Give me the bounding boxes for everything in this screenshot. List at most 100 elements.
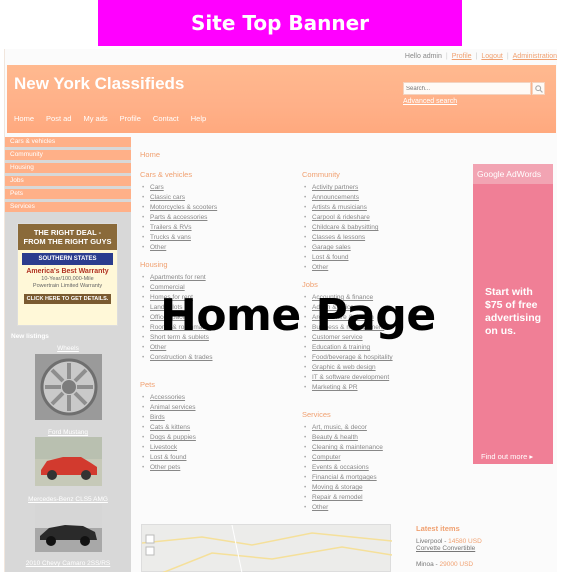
site-title[interactable]: New York Classifieds bbox=[14, 74, 184, 94]
category-link-label: Livestock bbox=[150, 444, 178, 451]
category-link[interactable]: Livestock bbox=[140, 443, 196, 453]
category-link-label: Dogs & puppies bbox=[150, 434, 196, 441]
category-link[interactable]: Cars bbox=[140, 183, 217, 193]
category-link-label: Cleaning & maintenance bbox=[312, 444, 383, 451]
category-link[interactable]: Lost & found bbox=[140, 453, 196, 463]
car-image bbox=[35, 504, 102, 546]
listing-caption-wheels[interactable]: Wheels bbox=[5, 345, 131, 352]
search-button[interactable] bbox=[532, 82, 545, 95]
latest-item[interactable]: Liverpool - 14580 USD Corvette Convertib… bbox=[416, 538, 482, 552]
category-link[interactable]: Activity partners bbox=[302, 183, 378, 193]
listing-caption-mercedes-cls[interactable]: Mercedes-Benz CLS5 AMG bbox=[5, 496, 131, 503]
category-link[interactable]: Apartments for rent bbox=[140, 273, 213, 283]
category-link[interactable]: Motorcycles & scooters bbox=[140, 203, 217, 213]
category-link[interactable]: Accessories bbox=[140, 393, 196, 403]
adwords-banner[interactable]: Google AdWords Start with $75 of free ad… bbox=[473, 164, 553, 464]
nav-contact[interactable]: Contact bbox=[153, 114, 179, 123]
category-link[interactable]: Cats & kittens bbox=[140, 423, 196, 433]
category-link-label: Classes & lessons bbox=[312, 234, 366, 241]
adwords-more-link[interactable]: Find out more ▸ bbox=[481, 452, 533, 461]
listing-caption-ford-mustang[interactable]: Ford Mustang bbox=[5, 429, 131, 436]
category-link[interactable]: Food/beverage & hospitality bbox=[302, 353, 393, 363]
category-link-label: Lost & found bbox=[150, 454, 187, 461]
category-link-label: Trucks & vans bbox=[150, 234, 191, 241]
main-nav: Home Post ad My ads Profile Contact Help bbox=[14, 114, 218, 123]
category-link[interactable]: Childcare & babysitting bbox=[302, 223, 378, 233]
category-link[interactable]: Events & occasions bbox=[302, 463, 383, 473]
category-link[interactable]: Classes & lessons bbox=[302, 233, 378, 243]
category-link-label: Garage sales bbox=[312, 244, 351, 251]
category-link[interactable]: Dogs & puppies bbox=[140, 433, 196, 443]
listing-image-wheels[interactable] bbox=[35, 354, 102, 420]
ad-warranty: America's Best Warranty bbox=[26, 268, 109, 275]
category-link[interactable]: Parts & accessories bbox=[140, 213, 217, 223]
profile-link[interactable]: Profile bbox=[452, 53, 472, 60]
category-link[interactable]: IT & software development bbox=[302, 373, 393, 383]
category-link[interactable]: Marketing & PR bbox=[302, 383, 393, 393]
category-link[interactable]: Other bbox=[140, 343, 213, 353]
category-link-label: Other bbox=[150, 244, 167, 251]
sidebar-item-community[interactable]: Community bbox=[5, 150, 131, 160]
section-pets: Pets AccessoriesAnimal servicesBirdsCats… bbox=[140, 380, 196, 473]
sidebar-item-housing[interactable]: Housing bbox=[5, 163, 131, 173]
category-link[interactable]: Artists & musicians bbox=[302, 203, 378, 213]
category-link[interactable]: Computer bbox=[302, 453, 383, 463]
breadcrumb-home[interactable]: Home bbox=[140, 150, 160, 159]
latest-item[interactable]: Minoa - 29000 USD bbox=[416, 561, 473, 568]
category-link[interactable]: Other bbox=[302, 503, 383, 513]
category-link-label: Accessories bbox=[150, 394, 186, 401]
category-link[interactable]: Other bbox=[140, 243, 217, 253]
category-link[interactable]: Carpool & rideshare bbox=[302, 213, 378, 223]
logout-link[interactable]: Logout bbox=[481, 53, 502, 60]
sidebar-item-cars-vehicles[interactable]: Cars & vehicles bbox=[5, 137, 131, 147]
ad-cta-button[interactable]: CLICK HERE TO GET DETAILS. bbox=[24, 294, 111, 304]
category-link-label: Lost & found bbox=[312, 254, 349, 261]
site-top-banner: Site Top Banner bbox=[98, 0, 462, 46]
category-link-label: Construction & trades bbox=[150, 354, 213, 361]
category-link[interactable]: Other bbox=[302, 263, 378, 273]
category-link-label: Graphic & web design bbox=[312, 364, 376, 371]
category-link-label: Food/beverage & hospitality bbox=[312, 354, 393, 361]
category-link[interactable]: Cleaning & maintenance bbox=[302, 443, 383, 453]
category-link[interactable]: Construction & trades bbox=[140, 353, 213, 363]
listing-image-mercedes-cls[interactable] bbox=[35, 504, 102, 552]
sidebar-item-pets[interactable]: Pets bbox=[5, 189, 131, 199]
category-link[interactable]: Classic cars bbox=[140, 193, 217, 203]
category-link[interactable]: Moving & storage bbox=[302, 483, 383, 493]
category-link[interactable]: Lost & found bbox=[302, 253, 378, 263]
sidebar-item-services[interactable]: Services bbox=[5, 202, 131, 212]
category-link-label: Announcements bbox=[312, 194, 359, 201]
category-link[interactable]: Trailers & RVs bbox=[140, 223, 217, 233]
nav-home[interactable]: Home bbox=[14, 114, 34, 123]
advanced-search-link[interactable]: Advanced search bbox=[403, 98, 457, 105]
category-link-label: Motorcycles & scooters bbox=[150, 204, 218, 211]
category-link[interactable]: Financial & mortgages bbox=[302, 473, 383, 483]
category-link[interactable]: Other pets bbox=[140, 463, 196, 473]
category-link[interactable]: Beauty & health bbox=[302, 433, 383, 443]
location-map[interactable] bbox=[141, 524, 393, 572]
category-link[interactable]: Art, music, & decor bbox=[302, 423, 383, 433]
category-link[interactable]: Birds bbox=[140, 413, 196, 423]
search-input[interactable] bbox=[403, 82, 531, 95]
sidebar-ad[interactable]: THE RIGHT DEAL - FROM THE RIGHT GUYS SOU… bbox=[17, 223, 118, 326]
category-link-label: Animal services bbox=[150, 404, 196, 411]
nav-help[interactable]: Help bbox=[191, 114, 206, 123]
category-link[interactable]: Garage sales bbox=[302, 243, 378, 253]
sidebar-item-jobs[interactable]: Jobs bbox=[5, 176, 131, 186]
category-link[interactable]: Repair & remodel bbox=[302, 493, 383, 503]
category-link[interactable]: Graphic & web design bbox=[302, 363, 393, 373]
nav-post-ad[interactable]: Post ad bbox=[46, 114, 71, 123]
category-link[interactable]: Education & training bbox=[302, 343, 393, 353]
nav-my-ads[interactable]: My ads bbox=[83, 114, 107, 123]
category-link-label: Cats & kittens bbox=[150, 424, 191, 431]
category-link-label: Education & training bbox=[312, 344, 371, 351]
nav-profile[interactable]: Profile bbox=[120, 114, 141, 123]
administration-link[interactable]: Administration bbox=[513, 53, 557, 60]
category-link[interactable]: Animal services bbox=[140, 403, 196, 413]
category-link[interactable]: Trucks & vans bbox=[140, 233, 217, 243]
listing-caption-chevy-camaro[interactable]: 2010 Chevy Camaro 2SS/RS bbox=[5, 560, 131, 567]
ad-logo: SOUTHERN STATES bbox=[22, 253, 113, 265]
map-image bbox=[141, 524, 393, 572]
category-link[interactable]: Announcements bbox=[302, 193, 378, 203]
listing-image-ford-mustang[interactable] bbox=[35, 437, 102, 486]
